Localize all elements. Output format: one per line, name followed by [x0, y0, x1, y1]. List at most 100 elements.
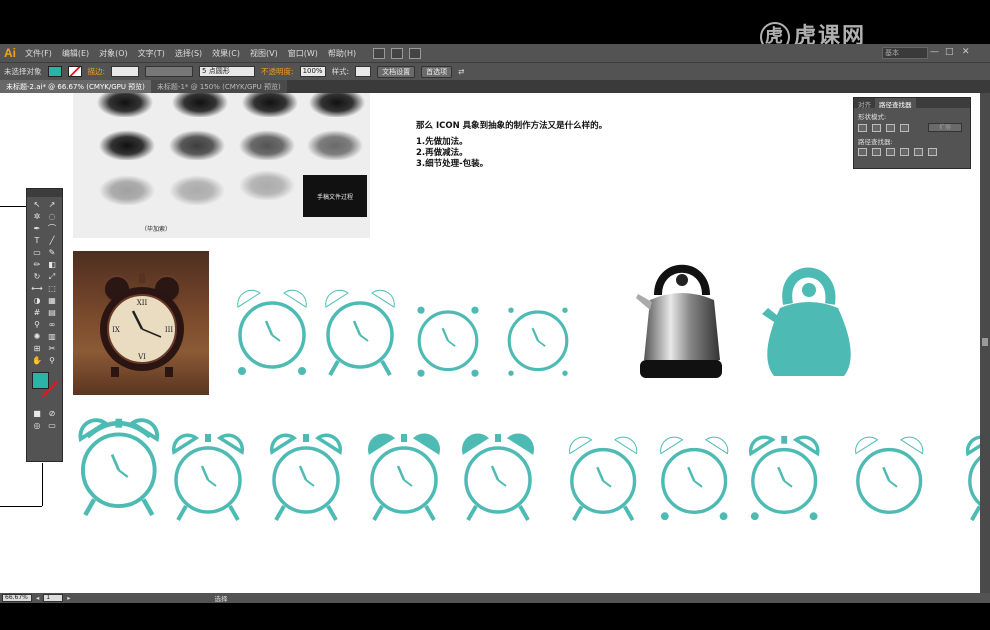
unite-icon[interactable]	[858, 123, 867, 132]
menu-help[interactable]: 帮助(H)	[323, 48, 361, 59]
pen-tool-icon[interactable]: ✒	[30, 223, 44, 234]
alarm-clock-icon[interactable]	[364, 428, 444, 526]
alarm-clock-icon[interactable]	[564, 430, 642, 526]
line-tool-icon[interactable]: ╱	[45, 235, 59, 246]
draw-mode-icon[interactable]: ◎	[30, 420, 44, 431]
width-tool-icon[interactable]: ⟷	[30, 283, 44, 294]
hand-tool-icon[interactable]: ✋	[30, 355, 44, 366]
alarm-clock-icon[interactable]	[266, 428, 346, 526]
pencil-icon[interactable]: ✏	[30, 259, 44, 270]
maximize-button[interactable]: □	[945, 47, 954, 57]
picasso-bull-image[interactable]: 手稿文件过程 （毕加索）	[73, 93, 370, 238]
color-mode-icon[interactable]: ■	[30, 408, 44, 419]
expand-button[interactable]: 扩展	[928, 123, 962, 132]
eyedropper-icon[interactable]: ⚲	[30, 319, 44, 330]
zoom-field[interactable]: 66.67%	[2, 594, 32, 602]
arrange-documents-icon[interactable]	[391, 47, 404, 59]
divide-icon[interactable]	[858, 148, 867, 156]
zoom-tool-icon[interactable]: ⚲	[45, 355, 59, 366]
tab-document-1[interactable]: 未标题-1* @ 150% (CMYK/GPU 预览)	[150, 80, 287, 93]
opacity-field[interactable]: 100%	[299, 66, 326, 77]
alarm-clock-icon[interactable]	[412, 294, 484, 382]
rectangle-tool-icon[interactable]: ▭	[30, 247, 44, 258]
blend-tool-icon[interactable]: ∞	[45, 319, 59, 330]
bridge-icon[interactable]	[373, 47, 386, 59]
magic-wand-icon[interactable]: ✲	[30, 211, 44, 222]
eraser-icon[interactable]: ◧	[45, 259, 59, 270]
none-mode-icon[interactable]: ⊘	[45, 408, 59, 419]
lasso-icon[interactable]: ◌	[45, 211, 59, 222]
menu-view[interactable]: 视图(V)	[245, 48, 283, 59]
arrange-icon[interactable]: ⇄	[458, 67, 464, 76]
type-tool-icon[interactable]: T	[30, 235, 44, 246]
direct-selection-tool-icon[interactable]: ↗	[45, 199, 59, 210]
vertical-scrollbar[interactable]	[980, 93, 990, 593]
selection-tool-icon[interactable]: ↖	[30, 199, 44, 210]
alarm-clock-icon[interactable]	[502, 294, 574, 382]
curvature-tool-icon[interactable]: ⌒	[45, 223, 59, 234]
merge-icon[interactable]	[886, 148, 895, 156]
tools-panel-header[interactable]	[27, 189, 62, 197]
menu-effect[interactable]: 效果(C)	[207, 48, 245, 59]
alarm-clock-icon[interactable]	[458, 428, 538, 526]
menu-select[interactable]: 选择(S)	[170, 48, 207, 59]
prev-artboard-icon[interactable]: ◂	[36, 594, 39, 602]
artboard-number-field[interactable]: 1	[43, 594, 64, 602]
scale-tool-icon[interactable]: ⤢	[45, 271, 59, 282]
scroll-thumb[interactable]	[982, 338, 988, 346]
workspace-switcher[interactable]: 基本	[882, 47, 928, 59]
outline-icon[interactable]	[914, 148, 923, 156]
stroke-swatch[interactable]	[67, 66, 82, 77]
menu-type[interactable]: 文字(T)	[133, 48, 170, 59]
document-setup-button[interactable]: 文档设置	[377, 65, 416, 78]
brush-definition[interactable]: 5 点圆形	[199, 66, 256, 77]
stroke-label[interactable]: 描边:	[88, 66, 106, 77]
next-artboard-icon[interactable]: ▸	[67, 594, 70, 602]
canvas-note[interactable]: 那么 ICON 具象到抽象的制作方法又是什么样的。 1.先做加法。 2.再做减法…	[416, 121, 607, 170]
graphic-style-swatch[interactable]	[355, 66, 372, 77]
symbol-sprayer-icon[interactable]: ✺	[30, 331, 44, 342]
alarm-clock-photo[interactable]: XII III VI IX	[73, 251, 209, 395]
minimize-button[interactable]: —	[930, 47, 939, 57]
fill-swatch[interactable]	[47, 66, 62, 77]
trim-icon[interactable]	[872, 148, 881, 156]
menu-object[interactable]: 对象(O)	[94, 48, 133, 59]
rotate-tool-icon[interactable]: ↻	[30, 271, 44, 282]
perspective-grid-icon[interactable]: ▦	[45, 295, 59, 306]
kettle-photo[interactable]	[632, 250, 728, 383]
screen-mode-icon[interactable]: ▭	[45, 420, 59, 431]
minus-back-icon[interactable]	[928, 148, 937, 156]
alarm-clock-icon[interactable]	[745, 430, 823, 526]
menu-file[interactable]: 文件(F)	[20, 48, 57, 59]
fill-color-icon[interactable]	[32, 372, 49, 389]
alarm-clock-icon[interactable]	[74, 412, 164, 522]
preferences-button[interactable]: 首选项	[421, 65, 453, 78]
crop-icon[interactable]	[900, 148, 909, 156]
alarm-clock-icon[interactable]	[655, 430, 733, 526]
variable-width-profile[interactable]	[145, 66, 194, 77]
tab-align[interactable]: 对齐	[854, 98, 875, 109]
alarm-clock-icon[interactable]	[168, 428, 248, 526]
slice-tool-icon[interactable]: ✂	[45, 343, 59, 354]
minus-front-icon[interactable]	[872, 123, 881, 132]
close-button[interactable]: ✕	[962, 47, 970, 57]
send-icon[interactable]	[409, 47, 422, 59]
shape-builder-icon[interactable]: ◑	[30, 295, 44, 306]
menu-edit[interactable]: 编辑(E)	[57, 48, 94, 59]
fill-stroke-widget[interactable]	[30, 372, 59, 402]
mesh-tool-icon[interactable]: #	[30, 307, 44, 318]
alarm-clock-icon[interactable]	[850, 430, 928, 526]
kettle-icon[interactable]	[760, 256, 855, 378]
artboard-tool-icon[interactable]: ⊞	[30, 343, 44, 354]
alarm-clock-icon[interactable]	[320, 283, 400, 381]
intersect-icon[interactable]	[886, 123, 895, 132]
paintbrush-icon[interactable]: ✎	[45, 247, 59, 258]
exclude-icon[interactable]	[900, 123, 909, 132]
opacity-label[interactable]: 不透明度:	[261, 66, 294, 77]
stroke-weight-field[interactable]	[111, 66, 140, 77]
column-graph-icon[interactable]: ▥	[45, 331, 59, 342]
tab-document-2[interactable]: 未标题-2.ai* @ 66.67% (CMYK/GPU 预览)	[0, 80, 151, 93]
menu-window[interactable]: 窗口(W)	[283, 48, 323, 59]
tab-pathfinder[interactable]: 路径查找器	[875, 98, 916, 109]
alarm-clock-icon[interactable]	[232, 283, 312, 381]
